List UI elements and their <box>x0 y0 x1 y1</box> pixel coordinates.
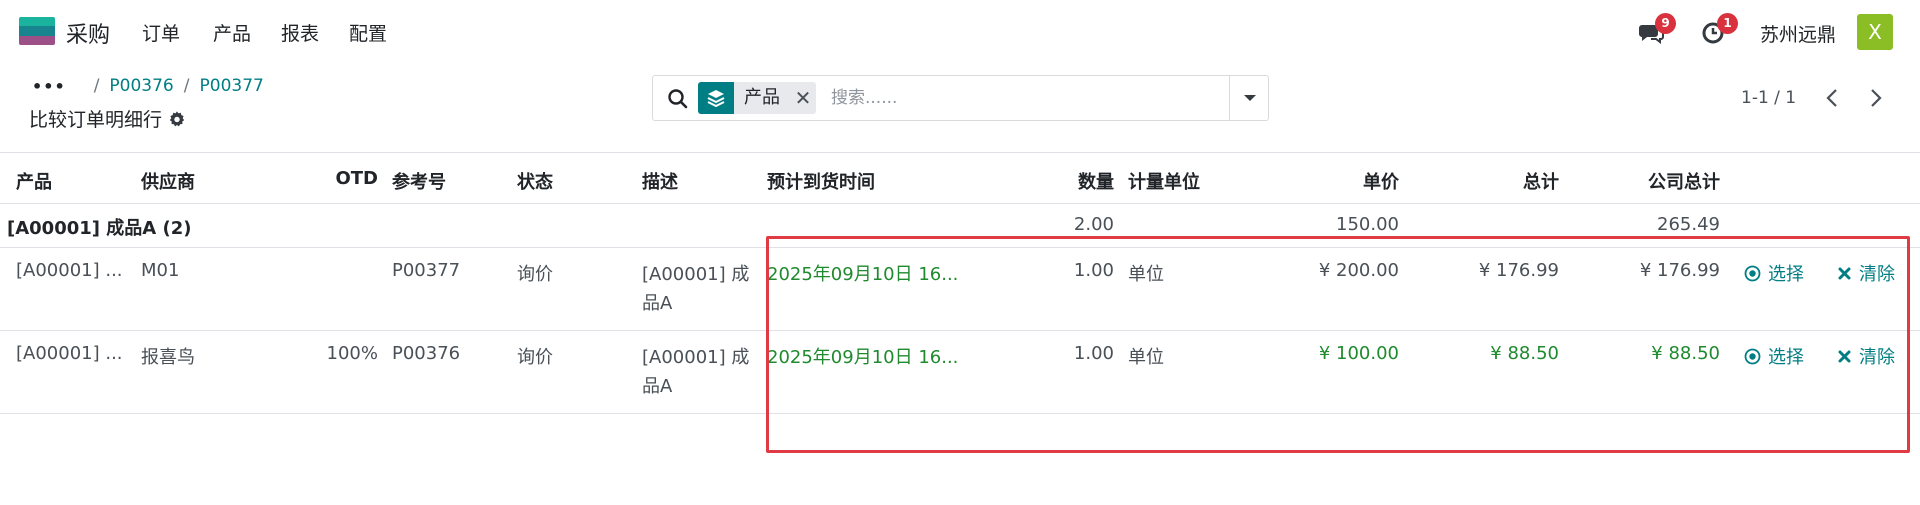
group-by-layers-icon <box>698 82 734 114</box>
column-header-reference[interactable]: 参考号 <box>392 168 446 194</box>
column-header-expected-arrival[interactable]: 预计到货时间 <box>767 168 875 194</box>
search-facet-product: 产品 ✕ <box>698 82 816 114</box>
cell-quantity: 1.00 <box>1073 343 1114 364</box>
app-name[interactable]: 采购 <box>66 17 110 49</box>
main-menu: 订单 产品 报表 配置 <box>142 19 417 46</box>
cell-total: ¥ 88.50 <box>1490 343 1559 364</box>
activities-button[interactable]: 1 <box>1700 13 1738 46</box>
chevron-left-icon <box>1826 89 1837 107</box>
select-button-label: 选择 <box>1768 347 1804 368</box>
search-facet-label: 产品 <box>744 87 780 108</box>
column-header-otd[interactable]: OTD <box>300 168 378 189</box>
menu-item-orders[interactable]: 订单 <box>142 19 180 46</box>
cell-uom: 单位 <box>1128 264 1164 285</box>
breadcrumb-separator: / <box>93 76 100 96</box>
cell-expected-arrival: 2025年09月10日 16... <box>767 264 959 285</box>
table-row[interactable]: [A00001] ... 报喜鸟 100% P00376 询价 [A00001]… <box>0 331 1920 414</box>
cell-quantity: 1.00 <box>1073 260 1114 281</box>
target-icon <box>1744 265 1761 281</box>
order-lines-list: 产品 供应商 OTD 参考号 状态 描述 预计到货时间 数量 计量单位 单价 总… <box>0 152 1920 414</box>
pager-value[interactable]: 1-1 / 1 <box>1741 88 1796 108</box>
table-header: 产品 供应商 OTD 参考号 状态 描述 预计到货时间 数量 计量单位 单价 总… <box>0 152 1920 204</box>
cell-product: [A00001] ... <box>16 260 123 281</box>
cell-reference: P00377 <box>392 260 461 281</box>
cell-description: [A00001] 成 品A <box>642 260 760 318</box>
cell-vendor: M01 <box>141 260 180 281</box>
search-icon[interactable] <box>666 87 690 111</box>
cell-unit-price: ¥ 100.00 <box>1318 343 1399 364</box>
caret-down-icon <box>1243 95 1256 101</box>
target-icon <box>1744 348 1761 364</box>
select-button[interactable]: 选择 <box>1744 343 1804 369</box>
table-row[interactable]: [A00001] ... M01 P00377 询价 [A00001] 成 品A… <box>0 248 1920 331</box>
cell-product: [A00001] ... <box>16 343 123 364</box>
company-switcher[interactable]: 苏州远鼎 <box>1760 20 1836 47</box>
breadcrumb-more-button[interactable]: ••• <box>32 77 66 96</box>
column-header-total[interactable]: 总计 <box>1420 168 1559 194</box>
cell-otd: 100% <box>326 343 378 364</box>
group-row[interactable]: [A00001] 成品A (2) 2.00 150.00 265.49 <box>0 204 1920 248</box>
cell-company-total: ¥ 88.50 <box>1651 343 1720 364</box>
cell-vendor: 报喜鸟 <box>141 347 195 368</box>
cell-description-line: 品A <box>642 376 673 397</box>
cell-unit-price: ¥ 200.00 <box>1318 260 1399 281</box>
clear-button-label: 清除 <box>1859 347 1895 368</box>
column-header-quantity[interactable]: 数量 <box>1000 168 1114 194</box>
purchase-app-icon[interactable] <box>19 17 55 45</box>
menu-item-configuration[interactable]: 配置 <box>349 19 387 46</box>
gear-icon[interactable] <box>168 110 186 128</box>
page-title: 比较订单明细行 <box>29 105 186 132</box>
select-button-label: 选择 <box>1768 264 1804 285</box>
cell-total: ¥ 176.99 <box>1478 260 1559 281</box>
cell-uom: 单位 <box>1128 347 1164 368</box>
breadcrumb: ••• / P00376 / P00377 <box>32 76 264 96</box>
clear-button[interactable]: 清除 <box>1837 343 1895 369</box>
column-header-product[interactable]: 产品 <box>16 168 52 194</box>
user-avatar[interactable]: X <box>1857 14 1893 50</box>
pager-next-button[interactable] <box>1864 86 1888 110</box>
pager-previous-button[interactable] <box>1820 86 1844 110</box>
chevron-right-icon <box>1871 89 1882 107</box>
cell-company-total: ¥ 176.99 <box>1639 260 1720 281</box>
cell-description-line: [A00001] 成 <box>642 347 750 368</box>
column-header-uom[interactable]: 计量单位 <box>1128 168 1200 194</box>
page-title-text: 比较订单明细行 <box>29 109 163 131</box>
menu-item-products[interactable]: 产品 <box>213 19 251 46</box>
top-navbar: 采购 订单 产品 报表 配置 9 1 苏州远鼎 X <box>0 0 1920 62</box>
group-quantity: 2.00 <box>1073 214 1114 235</box>
column-header-vendor[interactable]: 供应商 <box>141 168 195 194</box>
column-header-description[interactable]: 描述 <box>642 168 678 194</box>
group-label: [A00001] 成品A (2) <box>7 218 192 239</box>
search-bar: 产品 ✕ <box>652 75 1269 121</box>
breadcrumb-separator: / <box>183 76 190 96</box>
close-icon <box>1838 350 1851 362</box>
cell-status: 询价 <box>517 264 553 285</box>
messages-badge: 9 <box>1655 13 1676 34</box>
breadcrumb-item-p00377[interactable]: P00377 <box>200 76 264 96</box>
search-input[interactable] <box>831 84 1231 112</box>
clear-button-label: 清除 <box>1859 264 1895 285</box>
close-icon <box>1838 267 1851 279</box>
breadcrumb-item-p00376[interactable]: P00376 <box>109 76 173 96</box>
activities-badge: 1 <box>1717 13 1738 34</box>
clear-button[interactable]: 清除 <box>1837 260 1895 286</box>
cell-description-line: 品A <box>642 293 673 314</box>
select-button[interactable]: 选择 <box>1744 260 1804 286</box>
cell-description: [A00001] 成 品A <box>642 343 760 401</box>
column-header-status[interactable]: 状态 <box>517 168 553 194</box>
group-company-total: 265.49 <box>1657 214 1720 235</box>
cell-description-line: [A00001] 成 <box>642 264 750 285</box>
cell-status: 询价 <box>517 347 553 368</box>
search-options-toggle[interactable] <box>1229 76 1269 120</box>
cell-expected-arrival: 2025年09月10日 16... <box>767 347 959 368</box>
messages-button[interactable]: 9 <box>1638 13 1676 46</box>
menu-item-reporting[interactable]: 报表 <box>281 19 319 46</box>
column-header-company-total[interactable]: 公司总计 <box>1580 168 1720 194</box>
cell-reference: P00376 <box>392 343 461 364</box>
remove-facet-icon[interactable]: ✕ <box>790 82 816 114</box>
column-header-unit-price[interactable]: 单价 <box>1260 168 1399 194</box>
group-unit-price: 150.00 <box>1336 214 1399 235</box>
